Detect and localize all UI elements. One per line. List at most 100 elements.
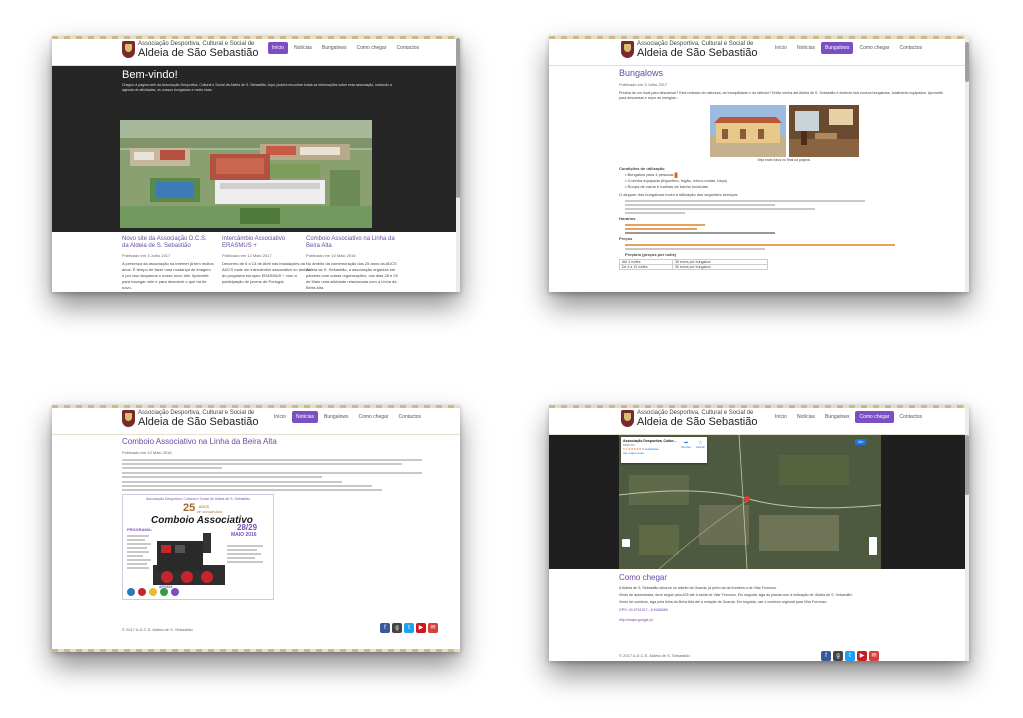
map-larger-link[interactable]: Ver mapa maior — [623, 451, 705, 455]
intro-text: A Aldeia de S. Sebastião situa-se no dis… — [619, 586, 777, 590]
nav-noticias[interactable]: Notícias — [793, 42, 819, 54]
nav-contactos[interactable]: Contactos — [395, 411, 426, 423]
poster-anos: ANOS — [199, 505, 209, 509]
bungalow-interior-photo[interactable] — [788, 105, 859, 157]
embedded-map[interactable]: Associação Desportiva, Cultur... 6355 SS… — [549, 435, 965, 569]
price-table: Até 3 noites 35 euros por bungalow De 4 … — [619, 259, 768, 270]
intro-text: Precisa de um local para descansar? Está… — [619, 91, 944, 100]
train-illustration — [153, 533, 225, 585]
article-date: Publicado em 12 Maio 2017 — [222, 253, 272, 258]
nav-bungalows[interactable]: Bungalows — [821, 42, 854, 54]
twitter-icon[interactable]: t — [404, 623, 414, 633]
nav-inicio[interactable]: Início — [771, 42, 791, 54]
paragraph-train: Vindo de comboio, siga pela linha da Bei… — [619, 600, 828, 604]
article-title[interactable]: Novo site da Associação D.C.S. da Aldeia… — [122, 236, 214, 250]
nav-inicio[interactable]: Início — [268, 42, 288, 54]
nav-bungalows[interactable]: Bungalows — [318, 42, 350, 54]
bungalow-exterior-photo[interactable] — [709, 105, 786, 157]
social-links: f g t ▶ ✉ — [821, 651, 879, 661]
save-label: Guardar — [695, 446, 705, 449]
nav-noticias[interactable]: Notícias — [793, 411, 819, 423]
services-title: O aluguer dos bungalows inclui a utiliza… — [619, 192, 739, 197]
article-date: Publicado em 10 Maio 2016 — [306, 253, 356, 258]
map-view-button[interactable]: Ver — [855, 439, 867, 445]
site-logo[interactable]: Aldeia de São Sebastião — [138, 47, 258, 59]
nav-bungalows[interactable]: Bungalows — [821, 411, 853, 423]
poster-dates: 28/29 — [237, 523, 258, 532]
nav-contactos[interactable]: Contactos — [896, 411, 927, 423]
nav-contactos[interactable]: Contactos — [393, 42, 424, 54]
poster-anniversary-label: 25º ANIVERSÁRIO — [197, 510, 223, 514]
site-footer: © 2017 A.D.C.S. Aldeia de S. Sebastião — [619, 653, 690, 658]
table-cell: De 4 a 10 noites — [619, 264, 673, 270]
nav-como-chegar[interactable]: Como chegar — [855, 411, 894, 423]
nav-como-chegar[interactable]: Como chegar — [352, 42, 390, 54]
main-nav: Início Notícias Bungalows Como chegar Co… — [270, 411, 425, 423]
nav-como-chegar[interactable]: Como chegar — [855, 42, 893, 54]
directions-page-screenshot: Associação Desportiva, Cultural e Social… — [549, 405, 969, 661]
article-col-2: Intercâmbio Associativo ERASMUS + Public… — [222, 236, 314, 285]
directions-label: Direções — [681, 446, 691, 449]
article-title[interactable]: Comboio Associativo na Linha da Beira Al… — [306, 236, 398, 250]
email-icon[interactable]: ✉ — [428, 623, 438, 633]
nav-bungalows[interactable]: Bungalows — [320, 411, 352, 423]
email-icon[interactable]: ✉ — [869, 651, 879, 661]
twitter-icon[interactable]: t — [845, 651, 855, 661]
google-plus-icon[interactable]: g — [392, 623, 402, 633]
poster-month: MAIO 2016 — [231, 532, 257, 538]
crest-icon — [621, 410, 634, 427]
scrollbar[interactable] — [965, 36, 969, 292]
news-page-screenshot: Associação Desportiva, Cultural e Social… — [52, 405, 460, 652]
maps-link[interactable]: http://maps.google.pt — [619, 617, 939, 623]
site-logo[interactable]: Aldeia de São Sebastião — [637, 416, 757, 428]
hero-section: Bem-vindo! Chegou à página web da Associ… — [52, 66, 456, 232]
map-save-button[interactable]: ☆ Guardar — [696, 440, 705, 449]
nav-noticias[interactable]: Notícias — [290, 42, 316, 54]
prices-title: Preços — [619, 236, 633, 241]
site-header: Associação Desportiva, Cultural e Social… — [549, 36, 969, 66]
directions-content: Como chegar A Aldeia de S. Sebastião sit… — [619, 573, 939, 623]
crest-icon — [122, 41, 135, 58]
article-excerpt: A presença da associação na internet já … — [122, 261, 214, 290]
scrollbar[interactable] — [965, 405, 969, 661]
map-place-card: Associação Desportiva, Cultur... 6355 SS… — [621, 437, 707, 463]
site-header: Associação Desportiva, Cultural e Social… — [52, 405, 460, 435]
condition-text: Roupa de cama e toalhas de banho incluíd… — [627, 184, 708, 189]
nav-como-chegar[interactable]: Como chegar — [354, 411, 392, 423]
photo-caption: Veja mais fotos no final da página. — [757, 158, 811, 162]
scrollbar[interactable] — [456, 36, 460, 292]
article-excerpt: No âmbito da comemoração dos 25 anos da … — [306, 261, 398, 290]
map-reviews[interactable]: 5 avaliações — [642, 447, 659, 451]
condition-item: • Roupa de cama e toalhas de banho inclu… — [625, 184, 708, 189]
facebook-icon[interactable]: f — [380, 623, 390, 633]
site-logo[interactable]: Aldeia de São Sebastião — [637, 47, 757, 59]
article-date: Publicado em 3 Julho 2017 — [122, 253, 171, 258]
hero-aerial-photo — [120, 120, 372, 228]
google-plus-icon[interactable]: g — [833, 651, 843, 661]
article-title[interactable]: Intercâmbio Associativo ERASMUS + — [222, 236, 314, 250]
facebook-icon[interactable]: f — [821, 651, 831, 661]
article-col-1: Novo site da Associação D.C.S. da Aldeia… — [122, 236, 214, 291]
hero-title: Bem-vindo! — [122, 69, 178, 81]
nav-inicio[interactable]: Início — [771, 411, 791, 423]
main-nav: Início Notícias Bungalows Como chegar Co… — [268, 42, 423, 54]
hero-text: Chegou à página web da Associação Despor… — [122, 83, 392, 92]
nav-noticias[interactable]: Notícias — [291, 411, 319, 423]
home-page-screenshot: Associação Desportiva, Cultural e Social… — [52, 36, 460, 292]
hours-title: Horários — [619, 216, 636, 221]
youtube-icon[interactable]: ▶ — [416, 623, 426, 633]
youtube-icon[interactable]: ▶ — [857, 651, 867, 661]
nav-contactos[interactable]: Contactos — [896, 42, 927, 54]
main-nav: Início Notícias Bungalows Como chegar Co… — [771, 42, 926, 54]
event-poster[interactable]: Associação Desportiva, Cultural e Social… — [122, 494, 274, 600]
nav-inicio[interactable]: Início — [270, 411, 290, 423]
table-row: De 4 a 10 noites 30 euros por bungalow — [619, 264, 768, 270]
social-links: f g t ▶ ✉ — [380, 623, 438, 633]
map-directions-button[interactable]: ➦ Direções — [681, 440, 691, 449]
poster-header: Associação Desportiva, Cultural e Social… — [145, 497, 251, 501]
bungalows-content: Bungalows Publicado em 3 Julho 2017 Prec… — [619, 68, 949, 270]
crest-icon — [621, 41, 634, 58]
site-logo[interactable]: Aldeia de São Sebastião — [138, 416, 258, 428]
page-date: Publicado em 10 Maio 2016 — [122, 450, 172, 455]
crest-icon — [122, 410, 135, 427]
